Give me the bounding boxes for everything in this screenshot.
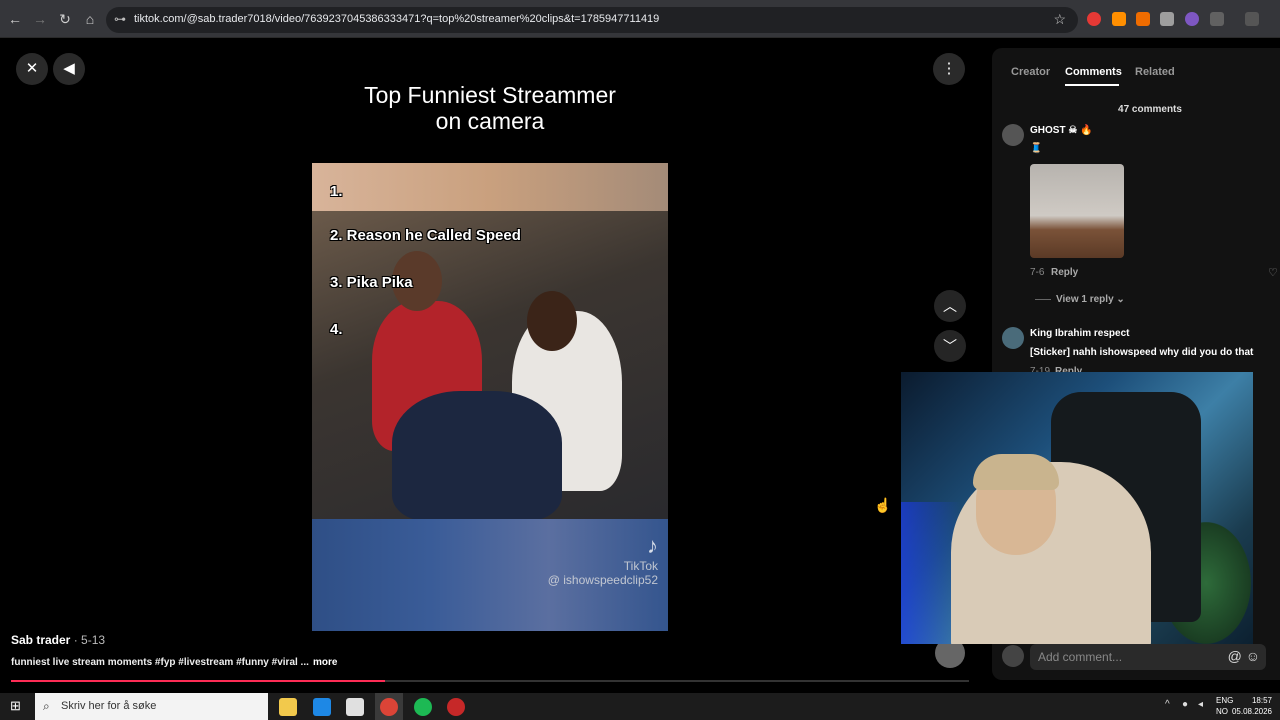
address-bar[interactable]: ⊶ tiktok.com/@sab.trader7018/video/76392… xyxy=(106,7,1078,33)
language-code: ENG xyxy=(1216,696,1234,705)
puzzle-icon[interactable] xyxy=(1210,12,1224,26)
video-list-item: 2. Reason he Called Speed xyxy=(330,227,521,244)
person-figure xyxy=(392,391,562,521)
watermark-handle: @ ishowspeedclip52 xyxy=(547,573,658,587)
keyboard-layout: NO xyxy=(1216,707,1228,716)
speaker-icon[interactable]: ◂ xyxy=(1198,699,1203,710)
user-avatar xyxy=(1002,645,1024,667)
comment-image[interactable] xyxy=(1030,164,1124,258)
video-title: Top Funniest Streammer on camera xyxy=(312,82,668,134)
taskbar: ⊞ ⌕ Skriv her for å søke ^ ● ◂ ENG NO 18… xyxy=(0,693,1280,720)
streamer-hair xyxy=(973,454,1059,490)
title-line: on camera xyxy=(435,108,545,134)
view-replies-button[interactable]: View 1 reply ⌄ xyxy=(1056,294,1125,305)
extension-icon[interactable] xyxy=(1087,12,1101,26)
video-blur-top xyxy=(312,163,668,211)
clock[interactable]: 18:57 05.08.2026 xyxy=(1232,695,1272,717)
tiktok-watermark: ♪ TikTok @ ishowspeedclip52 xyxy=(548,533,658,587)
menu-icon[interactable] xyxy=(1245,12,1259,26)
chrome-icon[interactable] xyxy=(380,698,398,716)
home-icon[interactable]: ⌂ xyxy=(81,10,99,28)
add-comment-placeholder: Add comment... xyxy=(1038,650,1123,664)
video-player[interactable]: 1. 2. Reason he Called Speed 3. Pika Pik… xyxy=(312,163,668,631)
webcam-overlay xyxy=(901,372,1253,644)
chevron-down-icon[interactable]: ﹀ xyxy=(934,330,966,362)
more-link[interactable]: more xyxy=(313,657,337,668)
progress-bar[interactable] xyxy=(11,680,969,682)
at-icon[interactable]: @ xyxy=(1228,648,1242,664)
view-replies-label: View 1 reply xyxy=(1056,294,1114,305)
close-icon[interactable]: ✕ xyxy=(16,53,48,85)
extension-icon[interactable] xyxy=(1160,12,1174,26)
progress-fill xyxy=(11,680,385,682)
creator-info[interactable]: Sab trader · 5-13 xyxy=(11,633,105,647)
divider xyxy=(1035,299,1051,300)
video-stage[interactable]: ✕ ◀ ⋮ Top Funniest Streammer on camera 1… xyxy=(0,38,990,682)
creator-name[interactable]: Sab trader xyxy=(11,633,70,647)
clock-date: 05.08.2026 xyxy=(1231,707,1272,716)
more-options-icon[interactable]: ⋮ xyxy=(933,53,965,85)
clock-time: 18:57 xyxy=(1251,696,1272,705)
video-caption: funniest live stream moments #fyp #lives… xyxy=(11,657,309,668)
comment-text: 🧵 xyxy=(1030,143,1043,154)
video-list-item: 4. xyxy=(330,321,343,338)
tab-creator[interactable]: Creator xyxy=(1011,66,1050,78)
chevron-up-icon[interactable]: ^ xyxy=(1165,699,1170,710)
extension-icon[interactable] xyxy=(1136,12,1150,26)
avatar[interactable] xyxy=(1002,327,1024,349)
tab-related[interactable]: Related xyxy=(1135,66,1175,78)
emoji-icon[interactable]: ☺ xyxy=(1246,648,1260,664)
mail-icon[interactable] xyxy=(313,698,331,716)
video-list-item: 3. Pika Pika xyxy=(330,274,413,291)
chevron-down-icon: ⌄ xyxy=(1116,294,1125,305)
back-icon[interactable]: ← xyxy=(6,10,24,28)
reload-icon[interactable]: ↻ xyxy=(56,10,74,28)
comment-text: [Sticker] nahh ishowspeed why did you do… xyxy=(1030,347,1254,358)
post-date: · 5-13 xyxy=(70,633,106,647)
active-tab-indicator xyxy=(1065,84,1119,86)
microphone-icon[interactable]: ● xyxy=(1182,699,1188,710)
video-scene xyxy=(312,211,668,521)
tiktok-logo-icon: ♪ xyxy=(647,533,658,558)
language-indicator[interactable]: ENG NO xyxy=(1216,695,1233,717)
heart-icon[interactable]: ♡ xyxy=(1268,266,1278,279)
notepad-icon[interactable] xyxy=(346,698,364,716)
windows-start-icon[interactable]: ⊞ xyxy=(10,699,24,713)
chevron-up-icon[interactable]: ︿ xyxy=(934,290,966,322)
mention-emoji-icons[interactable]: @ ☺ xyxy=(1228,648,1260,664)
spotify-icon[interactable] xyxy=(414,698,432,716)
comment-count: 47 comments xyxy=(1118,104,1182,115)
file-explorer-icon[interactable] xyxy=(279,698,297,716)
watermark-brand: TikTok xyxy=(623,559,658,573)
search-icon: ⌕ xyxy=(43,699,50,713)
video-list-item: 1. xyxy=(330,183,343,200)
browser-toolbar: ← → ↻ ⌂ ⊶ tiktok.com/@sab.trader7018/vid… xyxy=(0,0,1280,38)
extension-icon[interactable] xyxy=(1185,12,1199,26)
comment-date: 7-6 xyxy=(1030,267,1045,278)
site-info-icon[interactable]: ⊶ xyxy=(114,12,126,26)
comment-author[interactable]: GHOST ☠ 🔥 xyxy=(1030,125,1093,136)
comment-author[interactable]: King Ibrahim respect xyxy=(1030,328,1129,339)
tab-comments[interactable]: Comments xyxy=(1065,66,1122,78)
add-comment-input[interactable]: Add comment... @ ☺ xyxy=(1030,644,1266,670)
forward-icon[interactable]: → xyxy=(31,10,49,28)
person-figure xyxy=(527,291,577,351)
bookmark-star-icon[interactable]: ☆ xyxy=(1053,11,1066,28)
reply-button[interactable]: Reply xyxy=(1051,267,1078,278)
app-icon[interactable] xyxy=(447,698,465,716)
avatar[interactable] xyxy=(1002,124,1024,146)
taskbar-search[interactable]: ⌕ Skriv her for å søke xyxy=(35,693,268,720)
extension-icon[interactable] xyxy=(1112,12,1126,26)
title-line: Top Funniest Streammer xyxy=(364,82,616,108)
search-placeholder: Skriv her for å søke xyxy=(61,700,157,712)
hand-cursor-icon: ☝ xyxy=(874,497,892,513)
url-text: tiktok.com/@sab.trader7018/video/7639237… xyxy=(134,13,660,25)
volume-icon[interactable]: ◀ xyxy=(53,53,85,85)
